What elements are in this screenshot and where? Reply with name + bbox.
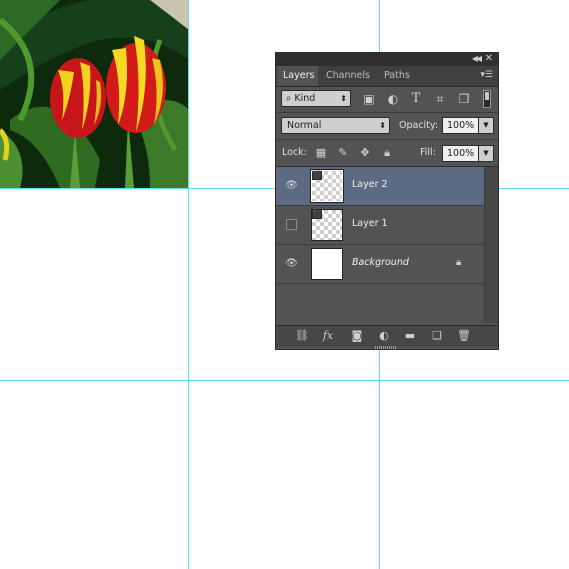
adjustment-layer-icon[interactable]: ◐ — [376, 329, 392, 343]
blend-mode-select[interactable]: Normal ⬍ — [281, 117, 390, 134]
visibility-toggle-empty[interactable] — [286, 219, 297, 230]
new-group-icon[interactable]: ▬ — [402, 329, 418, 343]
layers-panel: ◀◀ ✕ Layers Channels Paths ▾☰ ⌕ Kind ⬍ ▣… — [275, 52, 499, 350]
chevron-updown-icon: ⬍ — [340, 94, 347, 103]
blend-row: Normal ⬍ Opacity: 100% ▼ — [276, 113, 498, 140]
lock-all-icon[interactable]: 🔒︎ — [380, 146, 394, 160]
tulip-photo — [0, 0, 189, 188]
layer-name[interactable]: Layer 1 — [352, 218, 388, 229]
tab-paths[interactable]: Paths — [378, 66, 416, 86]
layer-thumbnail[interactable] — [311, 248, 343, 280]
eye-icon[interactable]: 👁︎ — [285, 258, 298, 270]
layer-thumbnail[interactable]: ⬛ — [311, 209, 343, 241]
panel-bottom-toolbar: ⛓︎ fx ◙ ◐ ▬ ❑ 🗑︎ — [276, 325, 498, 347]
fill-label: Fill: — [420, 147, 436, 158]
lock-position-icon[interactable]: ✥ — [358, 146, 372, 160]
blend-mode-value: Normal — [287, 120, 322, 131]
filter-kind-select[interactable]: ⌕ Kind ⬍ — [281, 90, 351, 107]
filter-kind-label: Kind — [294, 93, 316, 104]
opacity-dropdown-icon[interactable]: ▼ — [478, 117, 494, 134]
smart-object-filter-icon[interactable]: ❐ — [457, 92, 471, 106]
horizontal-guide-2[interactable] — [0, 380, 569, 381]
filter-toggle[interactable] — [483, 90, 491, 108]
delete-icon[interactable]: 🗑︎ — [456, 329, 472, 343]
layer-name[interactable]: Background — [352, 257, 409, 268]
link-layers-icon[interactable]: ⛓︎ — [294, 329, 310, 343]
close-icon[interactable]: ✕ — [485, 53, 493, 64]
lock-label: Lock: — [282, 147, 307, 158]
image-filter-icon[interactable]: ▣ — [362, 92, 376, 106]
fill-field[interactable]: 100% — [442, 145, 479, 162]
opacity-label: Opacity: — [399, 120, 439, 131]
lock-image-icon[interactable]: ✎ — [336, 146, 350, 160]
tab-layers[interactable]: Layers — [277, 66, 318, 86]
filter-row: ⌕ Kind ⬍ ▣ ◐ T ⌗ ❐ — [276, 87, 498, 113]
vertical-guide-1[interactable] — [188, 0, 189, 569]
layer-row-layer-2[interactable]: 👁︎ ⬛ Layer 2 — [276, 167, 484, 206]
chevron-updown-icon: ⬍ — [379, 121, 386, 130]
lock-icon: 🔒︎ — [456, 257, 462, 268]
panel-tabs: Layers Channels Paths ▾☰ — [276, 66, 498, 87]
opacity-field[interactable]: 100% — [442, 117, 479, 134]
layer-thumbnail[interactable]: ⬛ — [310, 169, 344, 203]
tab-channels[interactable]: Channels — [320, 66, 373, 86]
lock-transparent-icon[interactable]: ▦ — [314, 146, 328, 160]
layer-row-background[interactable]: 👁︎ Background 🔒︎ — [276, 245, 484, 284]
eye-icon[interactable]: 👁︎ — [285, 180, 298, 192]
panel-menu-icon[interactable]: ▾☰ — [480, 70, 493, 80]
shape-filter-icon[interactable]: ⌗ — [433, 92, 447, 106]
panel-titlebar[interactable]: ◀◀ ✕ — [276, 53, 498, 66]
fx-icon[interactable]: fx — [320, 329, 336, 343]
lock-row: Lock: ▦ ✎ ✥ 🔒︎ Fill: 100% ▼ — [276, 140, 498, 167]
smart-object-icon: ⬛ — [312, 171, 322, 180]
type-filter-icon[interactable]: T — [409, 92, 423, 106]
new-layer-icon[interactable]: ❑ — [429, 329, 445, 343]
layers-list: 👁︎ ⬛ Layer 2 ⬛ Layer 1 👁︎ Background 🔒︎ — [276, 167, 484, 323]
smart-object-icon: ⬛ — [312, 210, 322, 219]
panel-resize-grip[interactable] — [375, 346, 397, 349]
layer-name[interactable]: Layer 2 — [352, 179, 388, 190]
filter-toggle-knob — [485, 92, 489, 100]
layers-scrollbar[interactable] — [484, 167, 498, 323]
layer-mask-icon[interactable]: ◙ — [349, 329, 365, 343]
fill-dropdown-icon[interactable]: ▼ — [478, 145, 494, 162]
adjustment-filter-icon[interactable]: ◐ — [386, 92, 400, 106]
collapse-panel-icon[interactable]: ◀◀ — [472, 54, 482, 63]
layer-row-layer-1[interactable]: ⬛ Layer 1 — [276, 206, 484, 245]
